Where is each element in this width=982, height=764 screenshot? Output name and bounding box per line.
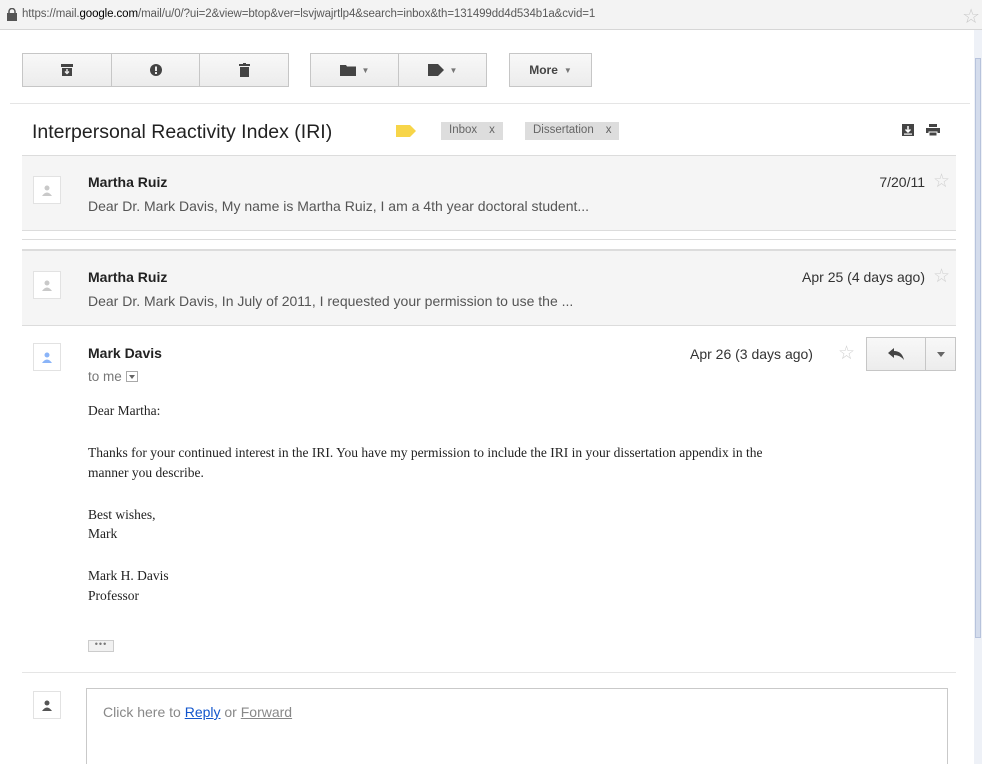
reply-box[interactable]: Click here to Reply or Forward	[86, 688, 948, 764]
reply-hint-text: Click here to	[103, 704, 185, 720]
reply-arrow-icon	[888, 348, 904, 360]
message-date: 7/20/11	[879, 174, 925, 190]
label-chip-dissertation[interactable]: Dissertation x	[525, 122, 620, 140]
message-paragraph-line: manner you describe.	[88, 465, 204, 480]
message-date: Apr 25 (4 days ago)	[802, 269, 925, 285]
recipient-text: to me	[88, 369, 122, 384]
chevron-down-icon: ▼	[361, 65, 370, 75]
message-snippet: Dear Dr. Mark Davis, In July of 2011, I …	[88, 293, 574, 309]
star-icon[interactable]: ☆	[838, 344, 855, 363]
star-icon[interactable]: ☆	[933, 172, 950, 191]
sender-name: Martha Ruiz	[88, 174, 168, 190]
message-greeting: Dear Martha:	[88, 403, 161, 418]
sender-name: Martha Ruiz	[88, 269, 168, 285]
message-snippet: Dear Dr. Mark Davis, My name is Martha R…	[88, 198, 590, 214]
person-icon	[42, 280, 52, 291]
message-paragraph-line: Thanks for your continued interest in th…	[88, 445, 763, 460]
important-marker-icon[interactable]	[396, 125, 416, 137]
chevron-down-icon	[936, 351, 945, 357]
scrollbar-thumb[interactable]	[975, 58, 981, 638]
toolbar-divider	[10, 103, 970, 104]
signature-name: Mark H. Davis	[88, 568, 169, 583]
address-bar[interactable]: https://mail.google.com/mail/u/0/?ui=2&v…	[0, 0, 982, 30]
subject-actions	[902, 124, 940, 136]
message-closing: Best wishes,	[88, 507, 156, 522]
more-label: More	[529, 63, 558, 77]
message-date: Apr 26 (3 days ago)	[690, 346, 813, 362]
remove-label-button[interactable]: x	[489, 124, 495, 136]
url-text[interactable]: https://mail.google.com/mail/u/0/?ui=2&v…	[22, 8, 595, 20]
forward-link[interactable]: Forward	[241, 704, 292, 720]
remove-label-button[interactable]: x	[606, 124, 612, 136]
reply-divider	[22, 672, 956, 673]
collapsed-thread-separator[interactable]	[22, 239, 956, 250]
person-icon	[42, 700, 52, 711]
scrollbar[interactable]	[974, 30, 982, 764]
more-actions-button[interactable]	[925, 337, 956, 371]
chevron-down-icon: ▼	[563, 65, 572, 75]
move-to-button[interactable]: ▼	[310, 53, 399, 87]
more-button[interactable]: More ▼	[509, 53, 592, 87]
expand-all-icon[interactable]	[902, 124, 914, 136]
reply-hint-or: or	[220, 704, 241, 720]
report-spam-button[interactable]	[111, 53, 200, 87]
recipient-details[interactable]: to me	[88, 369, 138, 384]
label-chip-text: Inbox	[449, 124, 478, 136]
labels-button[interactable]: ▼	[398, 53, 487, 87]
show-trimmed-content-button[interactable]: •••	[88, 640, 114, 652]
reply-button[interactable]	[866, 337, 926, 371]
label-chip-text: Dissertation	[533, 124, 594, 136]
avatar	[33, 343, 61, 371]
collapsed-message[interactable]: Martha Ruiz Dear Dr. Mark Davis, In July…	[22, 250, 956, 326]
delete-button[interactable]	[199, 53, 289, 87]
reply-link[interactable]: Reply	[185, 704, 221, 720]
message-closing-name: Mark	[88, 526, 118, 541]
bookmark-star-icon[interactable]: ☆	[962, 4, 980, 29]
label-chip-inbox[interactable]: Inbox x	[441, 122, 503, 140]
star-icon[interactable]: ☆	[933, 267, 950, 286]
archive-icon	[61, 64, 73, 76]
label-icon	[427, 64, 444, 76]
spam-icon	[149, 64, 162, 76]
collapsed-message[interactable]: Martha Ruiz Dear Dr. Mark Davis, My name…	[22, 155, 956, 231]
details-dropdown-icon[interactable]	[125, 371, 138, 382]
person-icon	[42, 352, 52, 363]
avatar	[33, 176, 61, 204]
print-icon[interactable]	[926, 124, 940, 136]
lock-icon	[7, 8, 17, 21]
folder-icon	[339, 65, 356, 76]
avatar	[33, 691, 61, 719]
reply-hint: Click here to Reply or Forward	[103, 704, 292, 720]
person-icon	[42, 185, 52, 196]
archive-button[interactable]	[22, 53, 112, 87]
thread-subject: Interpersonal Reactivity Index (IRI)	[32, 121, 333, 143]
sender-name[interactable]: Mark Davis	[88, 345, 162, 361]
avatar	[33, 271, 61, 299]
signature-title: Professor	[88, 588, 139, 603]
chevron-down-icon: ▼	[449, 65, 458, 75]
trash-icon	[238, 63, 250, 77]
